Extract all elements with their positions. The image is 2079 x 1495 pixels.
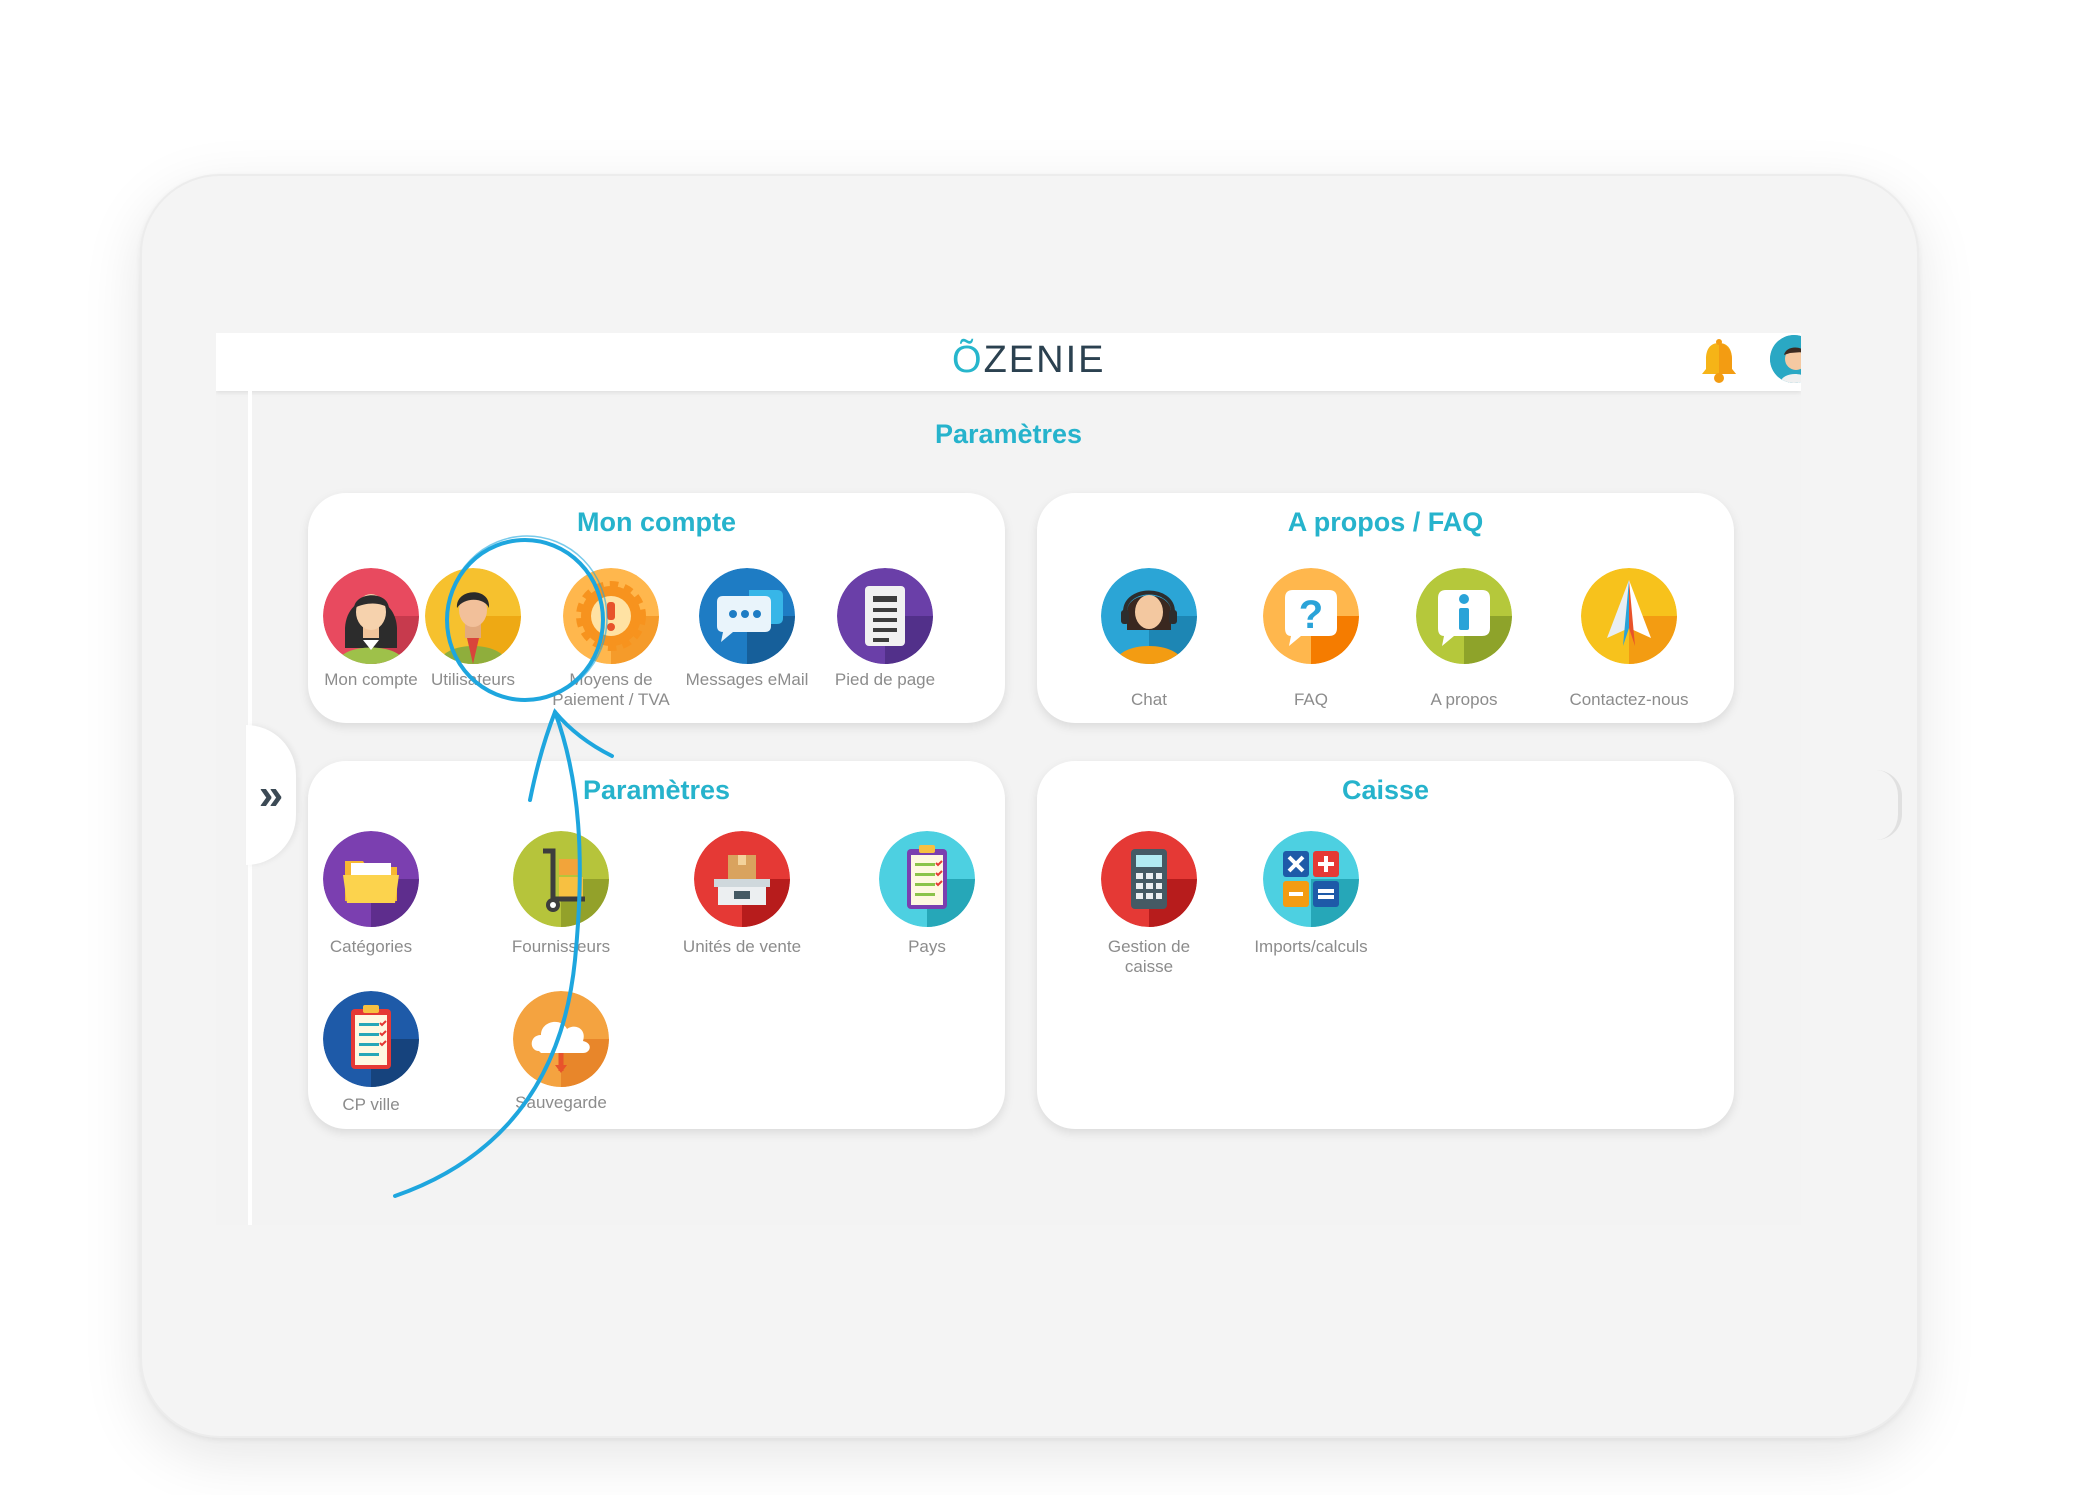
- page-title: Paramètres: [934, 419, 1083, 449]
- tile-imports-calculs[interactable]: Imports/calculs: [1246, 831, 1376, 957]
- support-agent-icon: [1101, 568, 1197, 664]
- user-avatar[interactable]: [1770, 335, 1801, 383]
- tile-label: Catégories: [329, 937, 413, 956]
- tile-categories[interactable]: Catégories: [306, 831, 436, 957]
- tile-label: Sauvegarde: [515, 1093, 607, 1112]
- tile-utilisateurs[interactable]: Utilisateurs: [408, 568, 538, 690]
- clipboard-icon: [879, 831, 975, 927]
- tile-messages-email[interactable]: Messages eMail: [682, 568, 812, 690]
- tile-gestion-de-caisse[interactable]: Gestion de caisse: [1084, 831, 1214, 977]
- tile-faq[interactable]: ? FAQ: [1246, 568, 1376, 710]
- woman-avatar-icon: [323, 568, 419, 664]
- tile-label: Contactez-nous: [1569, 690, 1689, 709]
- bell-icon[interactable]: [1695, 337, 1743, 385]
- tile-contactez-nous[interactable]: Contactez-nous: [1564, 568, 1694, 710]
- card-a-propos-faq: A propos / FAQ Chat ? FAQ A propos Conta…: [1037, 493, 1734, 723]
- tile-label: Unités de vente: [682, 937, 802, 956]
- card-mon-compte: Mon compte Mon compte Utilisateurs Moyen…: [308, 493, 1005, 723]
- tile-label: Moyens de Paiement / TVA: [552, 670, 670, 709]
- tile-label: CP ville: [342, 1095, 400, 1114]
- tile-label: Pays: [908, 937, 946, 956]
- man-avatar-icon: [425, 568, 521, 664]
- tile-label: A propos: [1430, 690, 1498, 709]
- scale-box-icon: [694, 831, 790, 927]
- math-operators-icon: [1263, 831, 1359, 927]
- hand-truck-icon: [513, 831, 609, 927]
- tile-label: Gestion de caisse: [1107, 937, 1191, 976]
- card-title: Caisse: [1341, 775, 1430, 805]
- document-icon: [837, 568, 933, 664]
- tile-fournisseurs[interactable]: Fournisseurs: [496, 831, 626, 957]
- tile-pied-de-page[interactable]: Pied de page: [820, 568, 950, 690]
- gear-alert-icon: [563, 568, 659, 664]
- double-chevron-right-icon: »: [258, 770, 284, 819]
- tile-label: Fournisseurs: [511, 937, 611, 956]
- app-logo[interactable]: ÕZENIE: [952, 339, 1105, 382]
- tile-label: Chat: [1131, 690, 1167, 709]
- card-caisse: Caisse Gestion de caisse Imports/calculs: [1037, 761, 1734, 1129]
- logo-mark: Õ: [952, 339, 984, 381]
- tile-sauvegarde[interactable]: Sauvegarde: [496, 991, 626, 1113]
- logo-text: ZENIE: [983, 339, 1106, 381]
- sidebar-expand-toggle[interactable]: »: [246, 725, 296, 865]
- tile-label: Pied de page: [834, 670, 936, 689]
- calculator-icon: [1101, 831, 1197, 927]
- info-icon: [1416, 568, 1512, 664]
- tile-moyens-paiement[interactable]: Moyens de Paiement / TVA: [546, 568, 676, 710]
- card-title: Paramètres: [582, 775, 731, 805]
- checklist-icon: [323, 991, 419, 1087]
- top-bar: ÕZENIE: [216, 333, 1801, 391]
- tile-label: FAQ: [1293, 690, 1328, 709]
- tile-pays[interactable]: Pays: [862, 831, 992, 957]
- tile-cp-ville[interactable]: CP ville: [306, 991, 436, 1115]
- tile-a-propos[interactable]: A propos: [1399, 568, 1529, 710]
- tile-chat[interactable]: Chat: [1084, 568, 1214, 710]
- tile-label: Utilisateurs: [430, 670, 516, 689]
- svg-text:?: ?: [1299, 593, 1323, 637]
- card-parametres: Paramètres Catégories Fournisseurs Unité…: [308, 761, 1005, 1129]
- card-title: Mon compte: [577, 507, 736, 537]
- cloud-upload-icon: [513, 991, 609, 1087]
- card-title: A propos / FAQ: [1287, 507, 1484, 537]
- app-screen: ÕZENIE » Paramètres Mon compte Mon compt…: [216, 333, 1801, 1225]
- paper-plane-icon: [1581, 568, 1677, 664]
- tile-label: Messages eMail: [685, 670, 809, 689]
- question-icon: ?: [1263, 568, 1359, 664]
- tile-unites-de-vente[interactable]: Unités de vente: [677, 831, 807, 957]
- tile-label: Imports/calculs: [1254, 937, 1368, 956]
- chat-bubble-icon: [699, 568, 795, 664]
- folder-icon: [323, 831, 419, 927]
